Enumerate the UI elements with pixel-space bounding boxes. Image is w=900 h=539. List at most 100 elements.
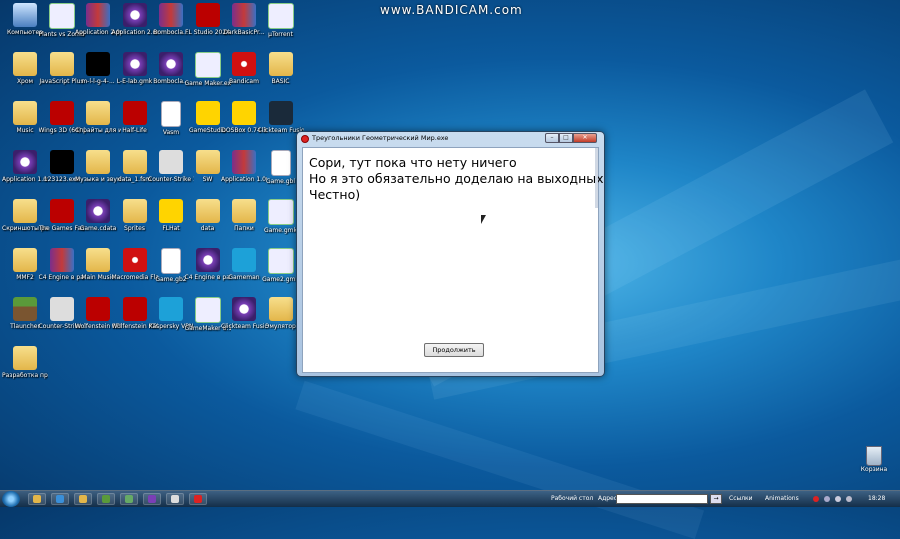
animations-label[interactable]: Animations xyxy=(765,495,799,502)
file-icon xyxy=(161,248,181,274)
taskbar-item[interactable] xyxy=(120,493,138,505)
desktop-icon[interactable]: BASIC xyxy=(258,52,304,98)
ie-icon xyxy=(56,495,64,503)
maximize-button[interactable]: □ xyxy=(559,133,573,143)
file-icon xyxy=(161,101,181,127)
mc-icon xyxy=(13,297,37,321)
recycle-bin-icon xyxy=(866,446,882,466)
red-icon xyxy=(86,297,110,321)
go-button[interactable]: → xyxy=(710,494,722,504)
green-icon xyxy=(267,199,294,225)
green-icon xyxy=(194,297,221,323)
links-label[interactable]: Ссылки xyxy=(729,495,753,502)
red-icon xyxy=(122,297,147,321)
network-tray-icon[interactable] xyxy=(824,496,830,502)
record-tray-icon[interactable] xyxy=(813,496,819,502)
green-icon xyxy=(48,3,75,29)
yellow-icon xyxy=(232,101,256,125)
app-icon xyxy=(195,248,220,272)
green-icon xyxy=(267,248,294,274)
rar-icon xyxy=(49,248,74,272)
app-icon xyxy=(122,52,147,76)
red-icon xyxy=(122,101,147,125)
folder-icon xyxy=(122,150,147,174)
mouse-cursor-icon xyxy=(481,215,486,224)
green-icon xyxy=(267,3,294,29)
app-icon xyxy=(159,52,183,76)
folder-icon xyxy=(13,346,37,370)
folder-icon xyxy=(86,150,110,174)
window-icon xyxy=(171,495,179,503)
flag-tray-icon[interactable] xyxy=(835,496,841,502)
rar-icon xyxy=(86,3,110,27)
red-icon xyxy=(49,101,74,125)
app-icon xyxy=(232,297,256,321)
cs-icon xyxy=(159,150,183,174)
start-button[interactable] xyxy=(2,491,20,507)
flash-icon xyxy=(232,52,256,76)
folder-icon xyxy=(13,101,37,125)
window-title: Треугольники Геометрический Мир.exe xyxy=(312,134,449,142)
gear-icon xyxy=(125,495,133,503)
steam-icon xyxy=(268,101,293,125)
folder-icon xyxy=(195,199,220,223)
desktop-icon-label: BASIC xyxy=(271,78,290,85)
taskbar-item[interactable] xyxy=(74,493,92,505)
app-window[interactable]: Треугольники Геометрический Мир.exe – □ … xyxy=(296,131,605,377)
app-icon xyxy=(122,3,147,27)
clock[interactable]: 18:28 xyxy=(868,495,885,502)
folder-icon xyxy=(86,248,110,272)
desktop-icon[interactable]: µTorrent xyxy=(258,3,304,49)
folder-icon xyxy=(13,199,37,223)
address-label: Адрес xyxy=(598,495,618,502)
red-icon xyxy=(195,3,220,27)
app-icon xyxy=(86,199,110,223)
window-content: Сори, тут пока что нету ничего Но я это … xyxy=(302,147,604,373)
record-icon xyxy=(194,495,202,503)
app-icon xyxy=(148,495,156,503)
recycle-bin-label: Корзина xyxy=(860,466,888,473)
folder-icon xyxy=(268,297,293,321)
pc-icon xyxy=(13,3,37,27)
folder-icon xyxy=(195,150,220,174)
volume-tray-icon[interactable] xyxy=(846,496,852,502)
close-button[interactable]: ✕ xyxy=(573,133,597,143)
folder-icon xyxy=(13,52,37,76)
desktop-icon[interactable]: Разработка программ С... xyxy=(2,346,48,392)
taskbar-item[interactable] xyxy=(189,493,207,505)
black-icon xyxy=(49,150,74,174)
taskbar-item[interactable] xyxy=(166,493,184,505)
address-input[interactable] xyxy=(616,494,708,504)
light-ray xyxy=(295,380,705,539)
gamemaker-icon xyxy=(102,495,110,503)
taskbar-item[interactable] xyxy=(97,493,115,505)
taskbar-item[interactable] xyxy=(143,493,161,505)
blue-icon xyxy=(159,297,183,321)
blue-icon xyxy=(232,248,256,272)
file-icon xyxy=(270,150,291,176)
red-icon xyxy=(49,199,74,223)
rar-icon xyxy=(159,3,183,27)
folder-icon xyxy=(232,199,256,223)
message-text: Сори, тут пока что нету ничего Но я это … xyxy=(309,155,604,202)
desktop-icon-label: Разработка программ С... xyxy=(2,372,48,379)
desktop-icon-label: µTorrent xyxy=(268,31,293,38)
bandicam-watermark: www.BANDICAM.com xyxy=(380,3,523,17)
taskbar: Рабочий стол Адрес → Ссылки Animations 1… xyxy=(0,490,900,507)
minimize-button[interactable]: – xyxy=(545,133,559,143)
taskbar-item[interactable] xyxy=(51,493,69,505)
window-titlebar[interactable]: Треугольники Геометрический Мир.exe – □ … xyxy=(297,132,604,146)
folder-icon xyxy=(268,52,293,76)
scrollbar[interactable] xyxy=(595,148,598,208)
flash-icon xyxy=(122,248,147,272)
recycle-bin[interactable]: Корзина xyxy=(860,446,888,473)
black-icon xyxy=(86,52,110,76)
folder-icon xyxy=(49,52,74,76)
folder-icon xyxy=(33,495,41,503)
folder-icon xyxy=(86,101,110,125)
yellow-icon xyxy=(159,199,183,223)
rar-icon xyxy=(232,150,256,174)
taskbar-item[interactable] xyxy=(28,493,46,505)
desktop-toolbar-label[interactable]: Рабочий стол xyxy=(551,495,593,502)
continue-button[interactable]: Продолжить xyxy=(424,343,484,357)
